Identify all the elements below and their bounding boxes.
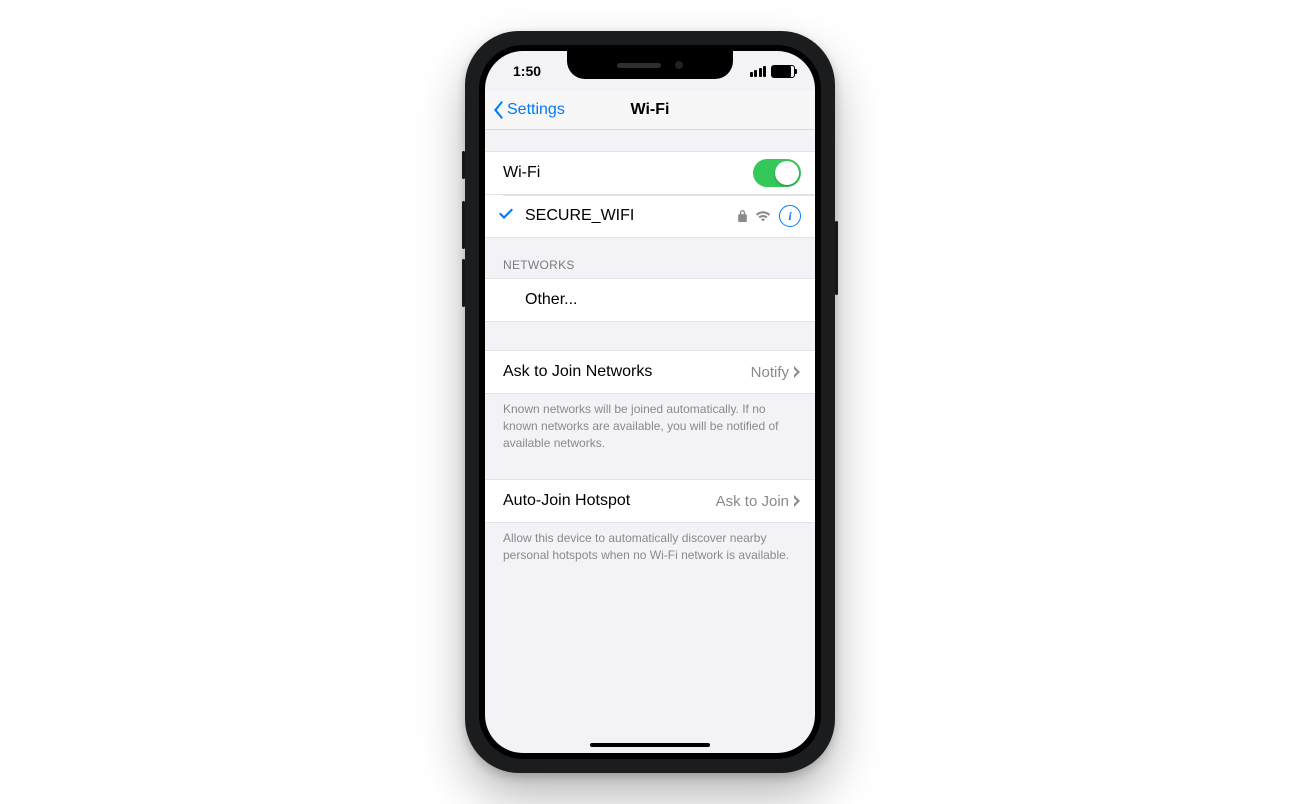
nav-bar: Settings Wi-Fi xyxy=(485,91,815,130)
page-title: Wi-Fi xyxy=(631,101,670,119)
battery-icon xyxy=(771,65,795,78)
connected-network-row[interactable]: SECURE_WIFI i xyxy=(485,195,815,238)
chevron-right-icon xyxy=(793,495,801,507)
auto-join-hotspot-row[interactable]: Auto-Join Hotspot Ask to Join xyxy=(485,479,815,523)
screen: 1:50 Settings Wi-Fi xyxy=(485,51,815,753)
ask-to-join-value: Notify xyxy=(751,364,789,381)
info-icon[interactable]: i xyxy=(779,205,801,227)
power-button xyxy=(835,221,838,295)
chevron-left-icon xyxy=(491,100,505,120)
front-camera xyxy=(675,61,683,69)
phone-frame: 1:50 Settings Wi-Fi xyxy=(465,31,835,773)
notch xyxy=(567,51,733,79)
auto-join-hotspot-label: Auto-Join Hotspot xyxy=(503,492,716,510)
back-button[interactable]: Settings xyxy=(491,91,565,129)
networks-header: NETWORKS xyxy=(485,238,815,278)
ask-to-join-footer: Known networks will be joined automatica… xyxy=(485,394,815,451)
ask-to-join-label: Ask to Join Networks xyxy=(503,363,751,381)
wifi-toggle-row[interactable]: Wi-Fi xyxy=(485,151,815,195)
ask-to-join-row[interactable]: Ask to Join Networks Notify xyxy=(485,350,815,394)
home-indicator[interactable] xyxy=(590,743,710,747)
other-network-row[interactable]: Other... xyxy=(485,278,815,322)
wifi-toggle-label: Wi-Fi xyxy=(503,164,753,182)
volume-down-button xyxy=(462,259,465,307)
mute-switch xyxy=(462,151,465,179)
wifi-icon xyxy=(755,210,771,222)
other-network-label: Other... xyxy=(525,291,801,309)
speaker-grille xyxy=(617,63,661,68)
back-label: Settings xyxy=(507,101,565,119)
volume-up-button xyxy=(462,201,465,249)
lock-icon xyxy=(738,210,747,222)
connected-network-name: SECURE_WIFI xyxy=(525,207,738,225)
auto-join-hotspot-value: Ask to Join xyxy=(716,493,789,510)
chevron-right-icon xyxy=(793,366,801,378)
wifi-toggle[interactable] xyxy=(753,159,801,187)
auto-join-hotspot-footer: Allow this device to automatically disco… xyxy=(485,523,815,564)
status-time: 1:50 xyxy=(513,63,541,79)
checkmark-icon xyxy=(499,207,513,225)
cellular-signal-icon xyxy=(750,66,767,77)
